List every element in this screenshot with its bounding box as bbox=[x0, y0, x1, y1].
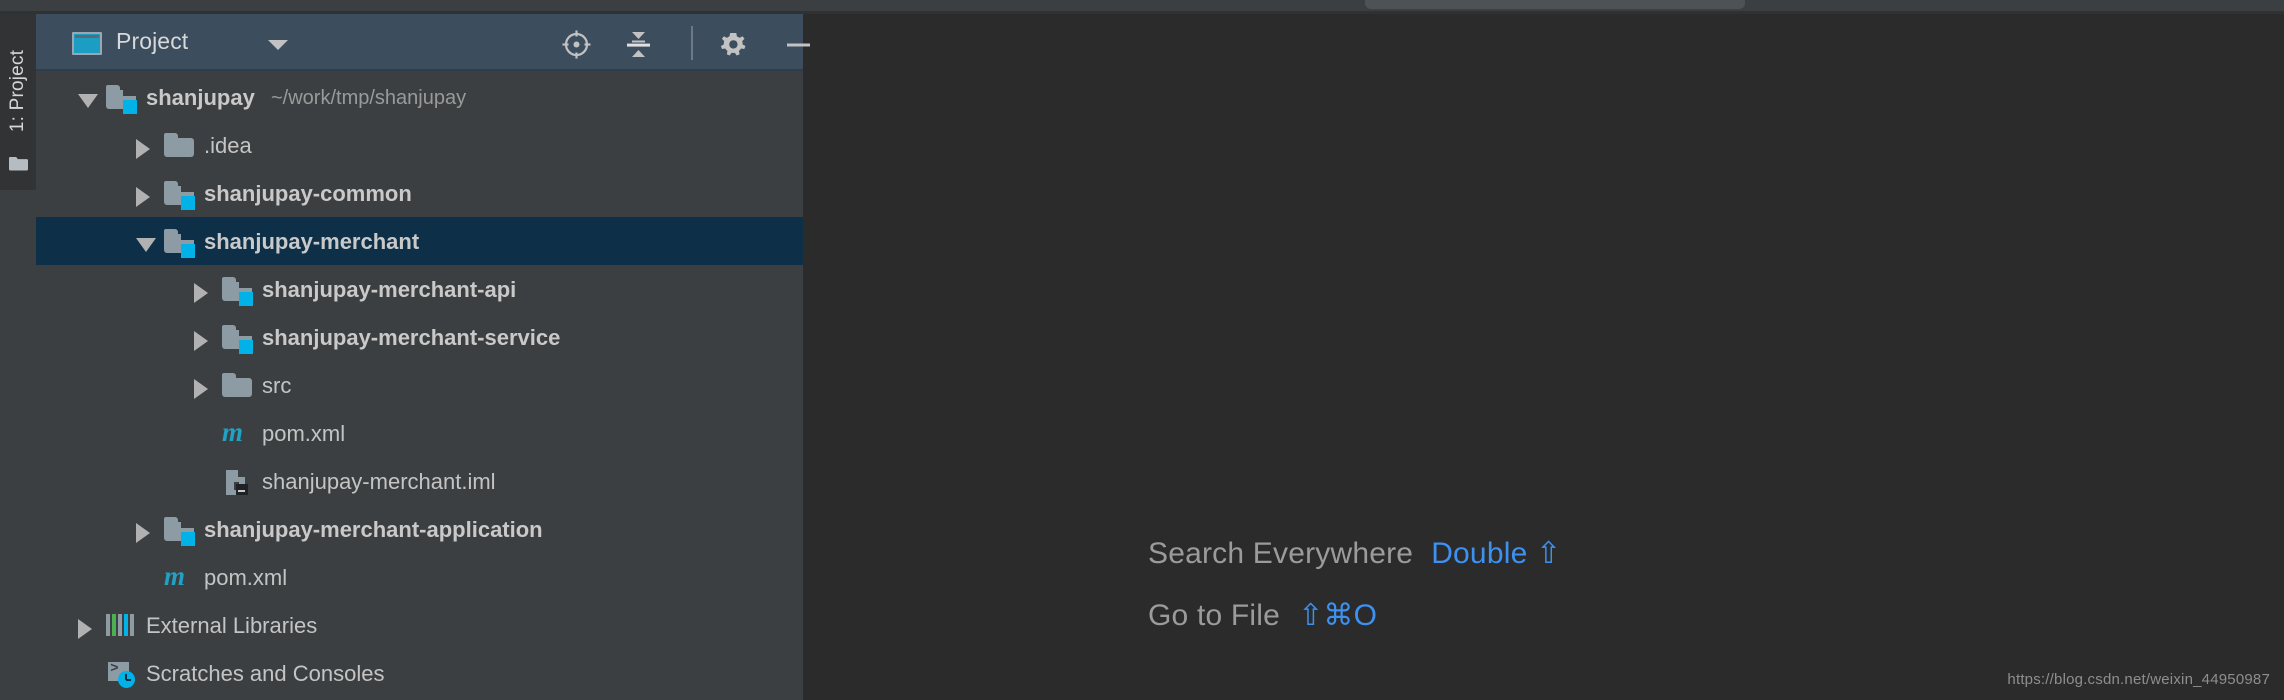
tree-row[interactable]: src bbox=[36, 361, 803, 409]
tree-row[interactable]: shanjupay-merchant.iml bbox=[36, 457, 803, 505]
tree-row-label: pom.xml bbox=[204, 565, 288, 590]
project-panel-header: Project bbox=[36, 14, 810, 71]
tree-row[interactable]: shanjupay-merchant-application bbox=[36, 505, 803, 553]
locate-button[interactable] bbox=[562, 30, 591, 59]
tree-row[interactable]: Scratches and Consoles bbox=[36, 649, 803, 697]
tree-row[interactable]: shanjupay-common bbox=[36, 169, 803, 217]
tree-row-label: src bbox=[262, 373, 292, 398]
tree-row[interactable]: shanjupay ~/work/tmp/shanjupay bbox=[36, 73, 803, 121]
twisty-expanded-icon[interactable] bbox=[136, 238, 156, 252]
sidebar-tab-project[interactable]: 1: Project bbox=[0, 14, 36, 190]
sidebar-tab-project-label: 1: Project bbox=[7, 49, 28, 133]
shortcut-action-label: Search Everywhere bbox=[1148, 537, 1414, 570]
folder-icon bbox=[9, 156, 28, 171]
twisty-collapsed-icon[interactable] bbox=[78, 619, 92, 639]
shortcut-key-label: Double ⇧ bbox=[1431, 537, 1562, 570]
twisty-collapsed-icon[interactable] bbox=[136, 523, 150, 543]
folder-icon bbox=[164, 133, 194, 158]
collapse-all-button[interactable] bbox=[624, 30, 653, 59]
module-folder-icon bbox=[164, 181, 195, 210]
twisty-collapsed-icon[interactable] bbox=[194, 283, 208, 303]
tree-row[interactable]: shanjupay-merchant-api bbox=[36, 265, 803, 313]
module-folder-icon bbox=[106, 85, 137, 114]
ide-window: 1: Project Project shanjupay ~/work/tmp/… bbox=[0, 0, 2284, 700]
project-view-icon bbox=[72, 32, 102, 55]
tree-row-label: shanjupay-merchant-service bbox=[262, 325, 561, 350]
chevron-down-icon[interactable] bbox=[268, 40, 288, 50]
tree-row-label: Scratches and Consoles bbox=[146, 661, 385, 686]
top-toolbar-strip bbox=[0, 0, 2284, 11]
maven-icon: m bbox=[164, 561, 186, 591]
external-libraries-icon bbox=[106, 614, 136, 639]
tree-row-label: .idea bbox=[204, 133, 252, 158]
twisty-expanded-icon[interactable] bbox=[78, 94, 98, 108]
module-folder-icon bbox=[164, 517, 195, 546]
tree-row[interactable]: m pom.xml bbox=[36, 553, 803, 601]
tree-row-label: shanjupay-merchant bbox=[204, 229, 420, 254]
tree-row-label: External Libraries bbox=[146, 613, 318, 638]
tree-row-label: shanjupay-common bbox=[204, 181, 412, 206]
module-folder-icon bbox=[164, 229, 195, 258]
twisty-collapsed-icon[interactable] bbox=[194, 379, 208, 399]
tree-row-label: shanjupay bbox=[146, 85, 255, 110]
shortcut-hint-row: Search Everywhere Double ⇧ bbox=[1148, 536, 1848, 598]
header-separator bbox=[691, 26, 693, 60]
settings-button[interactable] bbox=[718, 29, 749, 60]
twisty-collapsed-icon[interactable] bbox=[194, 331, 208, 351]
left-rail-filler bbox=[0, 190, 36, 700]
top-toolbar-pill bbox=[1365, 0, 1745, 9]
tree-row[interactable]: External Libraries bbox=[36, 601, 803, 649]
tree-row[interactable]: .idea bbox=[36, 121, 803, 169]
project-tree[interactable]: shanjupay ~/work/tmp/shanjupay .idea shanju… bbox=[36, 73, 803, 700]
tree-row-label: pom.xml bbox=[262, 421, 346, 446]
tree-row-path: ~/work/tmp/shanjupay bbox=[271, 87, 467, 109]
project-tool-window: Project shanjupay ~/work/tmp/shanjupay .… bbox=[36, 14, 810, 700]
panel-title: Project bbox=[116, 28, 189, 54]
hide-button[interactable] bbox=[784, 30, 813, 59]
twisty-collapsed-icon[interactable] bbox=[136, 187, 150, 207]
tree-row[interactable]: m pom.xml bbox=[36, 409, 803, 457]
iml-file-icon bbox=[222, 469, 252, 495]
folder-icon bbox=[222, 373, 252, 398]
shortcut-action-label: Go to File bbox=[1148, 599, 1281, 632]
shortcut-hint-row: Go to File ⇧⌘O bbox=[1148, 598, 1848, 660]
tree-row[interactable]: shanjupay-merchant bbox=[36, 217, 803, 265]
module-folder-icon bbox=[222, 325, 253, 354]
editor-shortcut-hints: Search Everywhere Double ⇧ Go to File ⇧⌘O bbox=[1148, 536, 1848, 660]
tree-row-label: shanjupay-merchant.iml bbox=[262, 469, 496, 494]
twisty-collapsed-icon[interactable] bbox=[136, 139, 150, 159]
watermark: https://blog.csdn.net/weixin_44950987 bbox=[2007, 671, 2270, 688]
maven-icon: m bbox=[222, 417, 244, 447]
tree-row-label: shanjupay-merchant-application bbox=[204, 517, 543, 542]
shortcut-key-label: ⇧⌘O bbox=[1298, 599, 1378, 632]
tree-row-label: shanjupay-merchant-api bbox=[262, 277, 517, 302]
scratches-icon bbox=[106, 659, 136, 688]
module-folder-icon bbox=[222, 277, 253, 306]
tree-row[interactable]: shanjupay-merchant-service bbox=[36, 313, 803, 361]
